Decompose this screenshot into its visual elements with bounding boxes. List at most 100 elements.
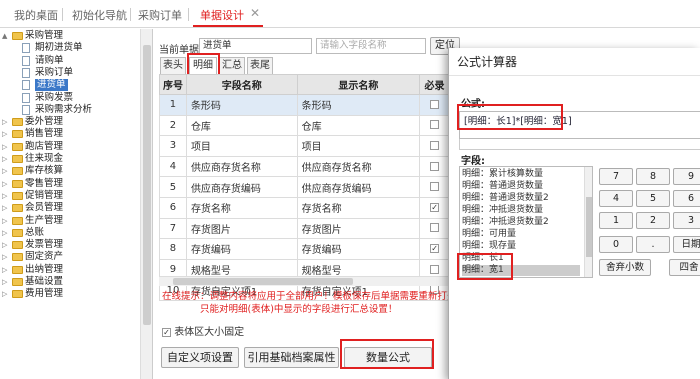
required-checkbox[interactable] (430, 182, 440, 192)
reference-archive-attr-button[interactable]: 引用基础档案属性 (244, 347, 339, 368)
tree-item[interactable]: 采购订单 (0, 67, 138, 79)
subtab-detail[interactable]: 明细 (189, 57, 217, 75)
field-list-item[interactable]: 明细：冲抵退货数量2 (462, 217, 549, 228)
field-list-scroll-thumb[interactable] (586, 197, 592, 257)
field-name-cell[interactable]: 条形码 (185, 94, 298, 116)
tree-item[interactable]: 期初进货单 (0, 42, 138, 54)
expand-toggle-icon[interactable]: ▷ (2, 251, 10, 263)
tree-folder[interactable]: ▷ 委外管理 (0, 116, 138, 128)
expand-toggle-icon[interactable]: ▷ (2, 178, 10, 190)
fixed-size-option[interactable]: ✓ 表体区大小固定 (162, 323, 244, 338)
keypad-button[interactable]: 7 (599, 168, 633, 185)
fixed-size-checkbox[interactable]: ✓ (162, 327, 171, 337)
formula-input[interactable]: [明细：长1]*[明细：宽1] (459, 111, 700, 139)
table-row[interactable]: 6 存货名称 存货名称 ✓ (159, 196, 450, 219)
table-row[interactable]: 1 条形码 条形码 (159, 94, 450, 116)
keypad-button[interactable]: 日期 (673, 236, 700, 253)
required-checkbox[interactable]: ✓ (430, 243, 440, 253)
tree-folder[interactable]: ▷ 出纳管理 (0, 264, 138, 276)
subtab-summary[interactable]: 汇总 (219, 57, 245, 75)
expand-toggle-icon[interactable]: ▷ (2, 165, 10, 177)
expand-toggle-icon[interactable]: ▷ (2, 276, 10, 288)
expand-toggle-icon[interactable]: ▲ (2, 30, 10, 42)
tree-item[interactable]: 进货单 (0, 79, 138, 92)
field-list-item[interactable]: 明细：现存量 (462, 241, 516, 252)
table-scroll-thumb[interactable] (173, 278, 353, 285)
tree-folder[interactable]: ▷ 总账 (0, 227, 138, 239)
display-name-cell[interactable]: 存货图片 (296, 217, 421, 240)
field-name-cell[interactable]: 供应商存货编码 (185, 176, 298, 198)
expand-toggle-icon[interactable]: ▷ (2, 264, 10, 276)
keypad-button[interactable]: 2 (636, 212, 670, 229)
field-list-item[interactable]: 明细：普通退货数量2 (462, 193, 549, 204)
field-list-item[interactable]: 明细：宽1 (462, 265, 580, 276)
field-list-item[interactable]: 明细：冲抵退货数量 (462, 205, 543, 216)
tree-folder[interactable]: ▷ 固定资产 (0, 251, 138, 263)
table-row[interactable]: 4 供应商存货名称 供应商存货名称 (159, 155, 450, 178)
field-list-item[interactable]: 明细：累计核算数量 (462, 169, 543, 180)
keypad-button[interactable]: 5 (636, 190, 670, 207)
table-row[interactable]: 5 供应商存货编码 供应商存货编码 (159, 176, 450, 198)
required-checkbox[interactable] (430, 264, 440, 274)
display-name-cell[interactable]: 供应商存货编码 (296, 176, 421, 198)
keypad-button[interactable]: . (636, 236, 670, 253)
expand-toggle-icon[interactable]: ▷ (2, 202, 10, 214)
tree-scrollbar[interactable] (140, 29, 152, 379)
expand-toggle-icon[interactable]: ▷ (2, 288, 10, 300)
tree-folder[interactable]: ▷ 跑店管理 (0, 141, 138, 153)
tree-folder[interactable]: ▷ 费用管理 (0, 288, 138, 300)
expand-toggle-icon[interactable]: ▷ (2, 116, 10, 128)
subtab-header[interactable]: 表头 (160, 57, 186, 75)
tab-purchase-order[interactable]: 采购订单 (138, 7, 182, 23)
required-checkbox[interactable] (430, 120, 440, 130)
field-list-item[interactable]: 明细：普通退货数量 (462, 181, 543, 192)
round-half-button[interactable]: 四舍 (669, 259, 700, 276)
subtab-footer[interactable]: 表尾 (247, 57, 273, 75)
keypad-button[interactable]: 4 (599, 190, 633, 207)
table-row[interactable]: 3 项目 项目 (159, 135, 450, 157)
tree-folder[interactable]: ▷ 生产管理 (0, 215, 138, 227)
keypad-button[interactable]: 8 (636, 168, 670, 185)
tree-folder[interactable]: ▷ 发票管理 (0, 239, 138, 251)
tree-folder[interactable]: ▲ 采购管理 (0, 30, 138, 42)
field-name-cell[interactable]: 存货图片 (185, 217, 298, 240)
keypad-button[interactable]: 3 (673, 212, 700, 229)
display-name-cell[interactable]: 供应商存货名称 (296, 155, 421, 178)
table-hscrollbar[interactable] (159, 276, 449, 286)
close-icon[interactable]: ✕ (250, 6, 260, 20)
round-down-button[interactable]: 舍弃小数 (599, 259, 651, 276)
tab-my-desktop[interactable]: 我的桌面 (14, 7, 58, 23)
tree-item[interactable]: 请购单 (0, 55, 138, 67)
expand-toggle-icon[interactable]: ▷ (2, 227, 10, 239)
keypad-button[interactable]: 6 (673, 190, 700, 207)
keypad-button[interactable]: 0 (599, 236, 633, 253)
expand-toggle-icon[interactable]: ▷ (2, 239, 10, 251)
tree-folder[interactable]: ▷ 往来现金 (0, 153, 138, 165)
keypad-button[interactable]: 1 (599, 212, 633, 229)
required-checkbox[interactable]: ✓ (430, 202, 440, 212)
tree-item[interactable]: 采购需求分析 (0, 104, 138, 116)
expand-toggle-icon[interactable]: ▷ (2, 215, 10, 227)
tree-folder[interactable]: ▷ 零售管理 (0, 178, 138, 190)
required-checkbox[interactable] (430, 223, 440, 233)
field-list[interactable]: 明细：累计核算数量 明细：普通退货数量 明细：普通退货数量2 明细：冲抵退货数量 明细：… (459, 166, 593, 278)
current-bill-input[interactable]: 进货单 (199, 38, 312, 54)
field-list-scrollbar[interactable] (584, 167, 592, 277)
tree-folder[interactable]: ▷ 基础设置 (0, 276, 138, 288)
field-name-cell[interactable]: 项目 (185, 135, 298, 157)
keypad-button[interactable]: 9 (673, 168, 700, 185)
table-row[interactable]: 2 仓库 仓库 (159, 114, 450, 137)
display-name-cell[interactable]: 仓库 (296, 114, 421, 137)
expand-toggle-icon[interactable]: ▷ (2, 153, 10, 165)
display-name-cell[interactable]: 条形码 (296, 94, 421, 116)
field-name-cell[interactable]: 存货名称 (185, 196, 298, 219)
tab-bill-design[interactable]: 单据设计 (200, 7, 244, 23)
expand-toggle-icon[interactable]: ▷ (2, 190, 10, 202)
required-checkbox[interactable] (430, 99, 440, 109)
field-list-item[interactable]: 明细：长1 (462, 253, 504, 264)
display-name-cell[interactable]: 存货名称 (296, 196, 421, 219)
tree-folder[interactable]: ▷ 销售管理 (0, 128, 138, 140)
tree-folder[interactable]: ▷ 会员管理 (0, 202, 138, 214)
tree-item[interactable]: 采购发票 (0, 92, 138, 104)
required-checkbox[interactable] (430, 140, 440, 150)
